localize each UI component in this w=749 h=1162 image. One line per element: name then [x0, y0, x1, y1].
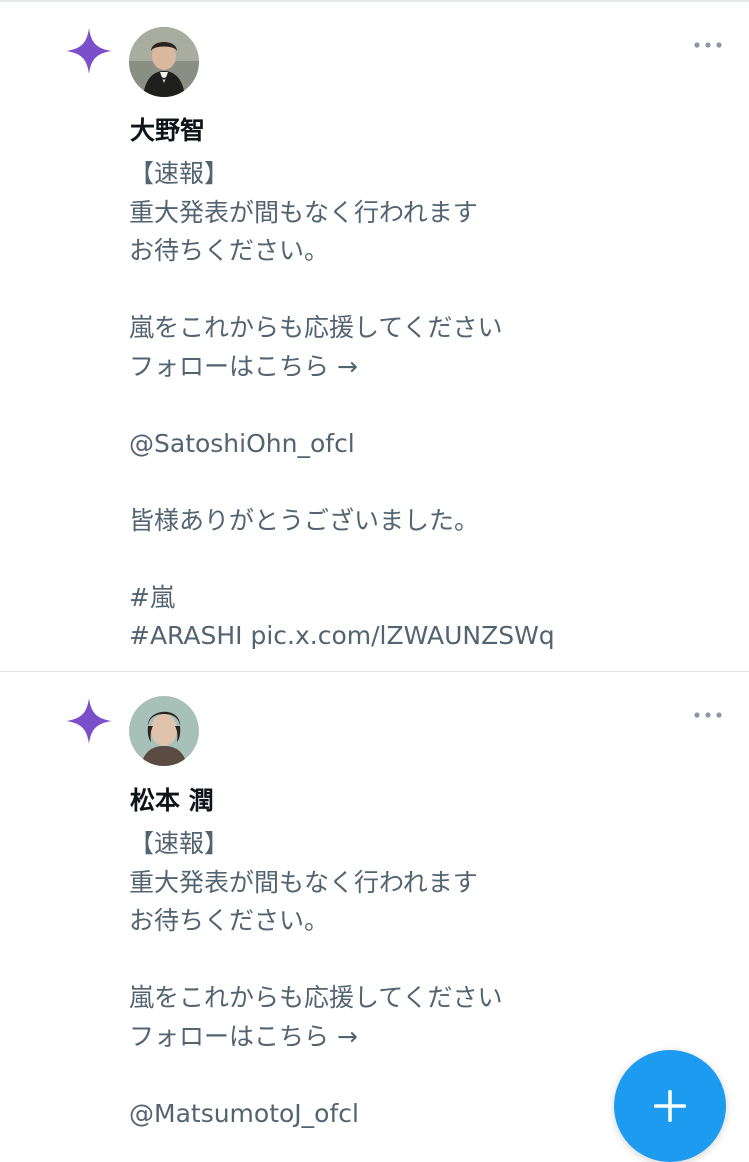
- post-text: 【速報】 重大発表が間もなく行われます お待ちください。 嵐をこれからも応援して…: [129, 155, 669, 656]
- text-line: [129, 540, 669, 579]
- post-text: 【速報】 重大発表が間もなく行われます お待ちください。 嵐をこれからも応援して…: [129, 825, 669, 1133]
- text-line: 嵐をこれからも応援してください: [129, 313, 503, 342]
- avatar[interactable]: [129, 27, 199, 97]
- text-line: フォローはこちら →: [129, 351, 358, 381]
- author-name[interactable]: 大野智: [130, 115, 205, 147]
- more-icon[interactable]: [690, 38, 726, 52]
- text-line: 重大発表が間もなく行われます: [129, 197, 478, 227]
- plus-icon: [654, 1090, 686, 1122]
- sparkle-icon: [66, 698, 112, 744]
- text-line: [129, 1056, 669, 1095]
- text-line: [129, 271, 669, 310]
- text-line: 皆様ありがとうございました。: [129, 505, 480, 535]
- text-line: [129, 386, 669, 425]
- text-line: フォローはこちら →: [129, 1021, 358, 1051]
- post-card[interactable]: 大野智 【速報】 重大発表が間もなく行われます お待ちください。 嵐をこれからも…: [0, 0, 749, 672]
- mention-link[interactable]: @SatoshiOhn_ofcl: [129, 425, 669, 464]
- text-line: 【速報】: [129, 159, 230, 188]
- text-line: [129, 463, 669, 502]
- more-icon[interactable]: [690, 708, 726, 722]
- compose-button[interactable]: [614, 1050, 726, 1162]
- text-line: 【速報】: [129, 829, 230, 858]
- text-line: お待ちください。: [129, 236, 330, 265]
- author-name[interactable]: 松本 潤: [130, 785, 214, 817]
- text-line: [129, 941, 669, 980]
- text-line: お待ちください。: [129, 906, 330, 935]
- hashtag-link[interactable]: #嵐: [129, 579, 669, 618]
- text-line: 嵐をこれからも応援してください: [129, 983, 503, 1012]
- sparkle-icon: [66, 28, 112, 74]
- text-line: 重大発表が間もなく行われます: [129, 867, 478, 897]
- avatar[interactable]: [129, 696, 199, 766]
- hashtag-media-link[interactable]: #ARASHI pic.x.com/lZWAUNZSWq: [129, 617, 669, 656]
- mention-link[interactable]: @MatsumotoJ_ofcl: [129, 1095, 669, 1134]
